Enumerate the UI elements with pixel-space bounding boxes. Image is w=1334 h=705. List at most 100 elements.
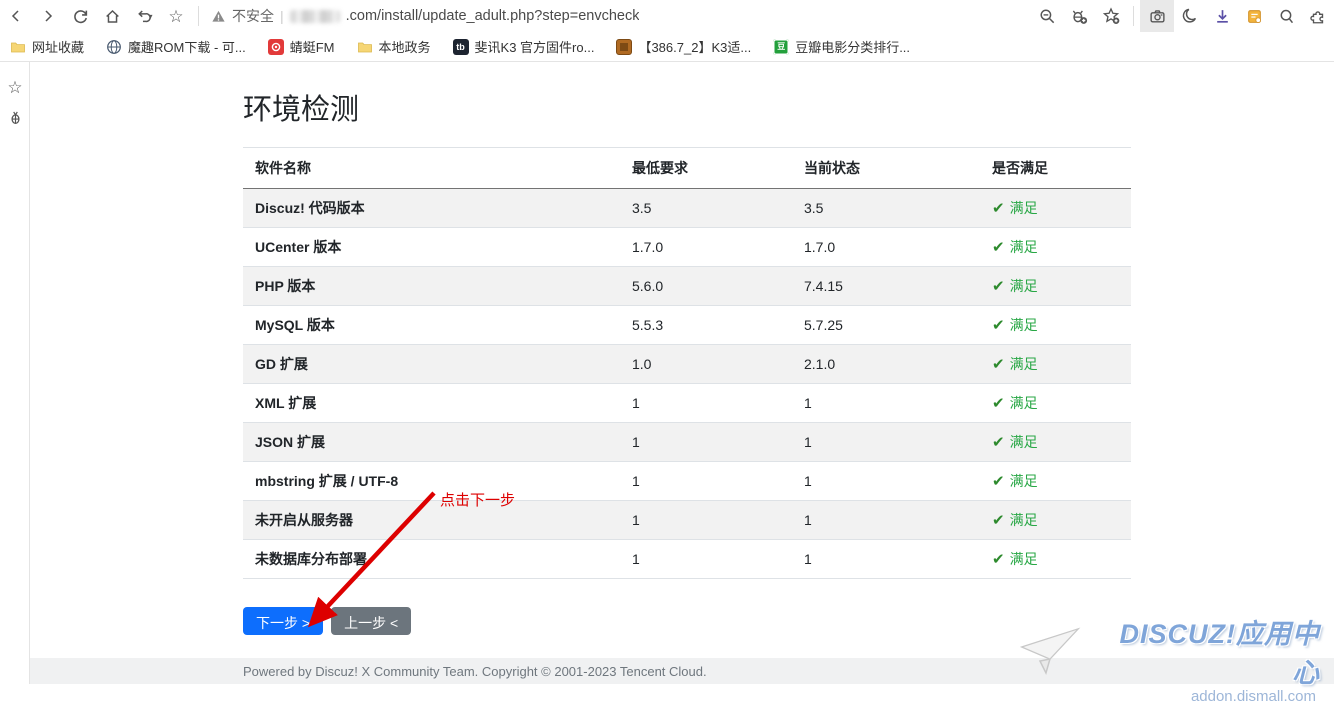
bee-icon <box>7 109 24 126</box>
moon-icon <box>1181 7 1199 25</box>
adblock-add-button[interactable] <box>1063 0 1095 32</box>
sidebar-favorites-button[interactable]: ☆ <box>0 72 30 102</box>
download-button[interactable] <box>1206 0 1238 32</box>
bookmark-label: 魔趣ROM下载 - 可... <box>128 37 246 56</box>
star-add-icon <box>1102 7 1120 25</box>
add-favorite-button[interactable] <box>1095 0 1127 32</box>
table-row: 未数据库分布部署 1 1 ✔满足 <box>243 540 1131 579</box>
satisfied-cell: ✔满足 <box>980 306 1131 345</box>
night-mode-button[interactable] <box>1174 0 1206 32</box>
satisfied-cell: ✔满足 <box>980 345 1131 384</box>
satisfied-cell: ✔满足 <box>980 189 1131 228</box>
folder-icon <box>357 39 373 55</box>
back-button[interactable] <box>0 0 32 32</box>
software-name: Discuz! 代码版本 <box>243 189 620 228</box>
qingting-fm-icon <box>268 39 284 55</box>
favorite-button[interactable]: ☆ <box>160 0 192 32</box>
current-status: 1 <box>792 540 980 579</box>
bookmark-k3-firmware[interactable]: 【386.7_2】K3适... <box>616 37 751 56</box>
software-name: XML 扩展 <box>243 384 620 423</box>
screenshot-button[interactable] <box>1140 0 1174 32</box>
satisfied-cell: ✔满足 <box>980 228 1131 267</box>
bookmark-label: 本地政务 <box>379 37 431 56</box>
prev-step-button[interactable]: 上一步 < <box>331 607 411 635</box>
min-requirement: 1 <box>620 501 792 540</box>
bookmark-label: 【386.7_2】K3适... <box>638 37 751 56</box>
software-name: PHP 版本 <box>243 267 620 306</box>
current-status: 1 <box>792 501 980 540</box>
undo-button[interactable]: ▾ <box>128 0 160 32</box>
bookmark-label: 斐讯K3 官方固件ro... <box>475 37 595 56</box>
col-header-current: 当前状态 <box>792 148 980 189</box>
software-name: GD 扩展 <box>243 345 620 384</box>
notes-button[interactable] <box>1238 0 1270 32</box>
redacted-domain <box>290 10 340 23</box>
current-status: 2.1.0 <box>792 345 980 384</box>
bookmark-folder-gov[interactable]: 本地政务 <box>357 37 431 56</box>
current-status: 7.4.15 <box>792 267 980 306</box>
bookmark-mokee[interactable]: 魔趣ROM下载 - 可... <box>106 37 246 56</box>
footer-text: Powered by Discuz! X Community Team. Cop… <box>243 664 707 679</box>
bookmark-douban-movies[interactable]: 豆 豆瓣电影分类排行... <box>773 37 910 56</box>
toolbar-divider-right <box>1133 6 1134 26</box>
bookmark-folder-favorites[interactable]: 网址收藏 <box>10 37 84 56</box>
address-bar[interactable]: 不安全 | .com/install/update_adult.php?step… <box>211 6 1031 26</box>
current-status: 1.7.0 <box>792 228 980 267</box>
home-button[interactable] <box>96 0 128 32</box>
url-text: .com/install/update_adult.php?step=envch… <box>346 8 640 24</box>
check-icon: ✔ <box>992 239 1005 256</box>
check-icon: ✔ <box>992 551 1005 568</box>
bookmark-label: 豆瓣电影分类排行... <box>795 37 910 56</box>
browser-chrome: ▾ ☆ 不安全 | .com/install/update_adult.php?… <box>0 0 1334 62</box>
satisfied-cell: ✔满足 <box>980 423 1131 462</box>
min-requirement: 1 <box>620 462 792 501</box>
satisfied-label: 满足 <box>1010 551 1038 567</box>
satisfied-label: 满足 <box>1010 200 1038 216</box>
table-row: Discuz! 代码版本 3.5 3.5 ✔满足 <box>243 189 1131 228</box>
loop-icon <box>1278 8 1295 25</box>
current-status: 1 <box>792 423 980 462</box>
screen-record-button[interactable] <box>1270 0 1302 32</box>
software-name: 未数据库分布部署 <box>243 540 620 579</box>
page-content: 环境检测 软件名称 最低要求 当前状态 是否满足 Discuz! 代码版本 3.… <box>30 62 1334 684</box>
undo-dropdown-caret[interactable]: ▾ <box>148 12 152 21</box>
warning-icon <box>211 9 226 24</box>
min-requirement: 1 <box>620 384 792 423</box>
home-icon <box>104 8 121 25</box>
min-requirement: 3.5 <box>620 189 792 228</box>
wizard-buttons: 下一步 > 上一步 < <box>243 607 411 635</box>
bookmark-qingting-fm[interactable]: 蜻蜓FM <box>268 37 335 56</box>
current-status: 5.7.25 <box>792 306 980 345</box>
satisfied-cell: ✔满足 <box>980 384 1131 423</box>
security-label: 不安全 <box>232 6 274 26</box>
browser-toolbar: ▾ ☆ 不安全 | .com/install/update_adult.php?… <box>0 0 1334 32</box>
table-row: mbstring 扩展 / UTF-8 1 1 ✔满足 <box>243 462 1131 501</box>
satisfied-cell: ✔ 满足 <box>980 540 1131 579</box>
satisfied-cell: ✔满足 <box>980 462 1131 501</box>
star-face-icon: ☆ <box>7 79 22 96</box>
bug-add-icon <box>1070 7 1088 25</box>
watermark-subtitle: addon.dismall.com <box>1020 688 1320 705</box>
address-divider: | <box>280 8 284 24</box>
col-header-software: 软件名称 <box>243 148 620 189</box>
bookmarks-bar: 网址收藏 魔趣ROM下载 - 可... 蜻蜓FM 本地政务 tb 斐讯K3 官方… <box>0 32 1334 62</box>
table-row: JSON 扩展 1 1 ✔满足 <box>243 423 1131 462</box>
sidebar-assistant-button[interactable] <box>0 102 30 132</box>
col-header-satisfied: 是否满足 <box>980 148 1131 189</box>
check-icon: ✔ <box>992 434 1005 451</box>
next-step-button[interactable]: 下一步 > <box>243 607 323 635</box>
download-icon <box>1214 8 1231 25</box>
bookmark-phicomm-k3[interactable]: tb 斐讯K3 官方固件ro... <box>453 37 595 56</box>
software-name: JSON 扩展 <box>243 423 620 462</box>
check-icon: ✔ <box>992 512 1005 529</box>
table-row: GD 扩展 1.0 2.1.0 ✔满足 <box>243 345 1131 384</box>
satisfied-label: 满足 <box>1010 512 1038 528</box>
reload-icon <box>72 8 89 25</box>
bookmark-label: 蜻蜓FM <box>290 37 335 56</box>
reload-button[interactable] <box>64 0 96 32</box>
magnifier-minus-icon <box>1039 8 1056 25</box>
menu-button[interactable]: ⋮ <box>1326 0 1334 32</box>
toolbar-divider <box>198 6 199 26</box>
forward-button[interactable] <box>32 0 64 32</box>
zoom-out-button[interactable] <box>1031 0 1063 32</box>
